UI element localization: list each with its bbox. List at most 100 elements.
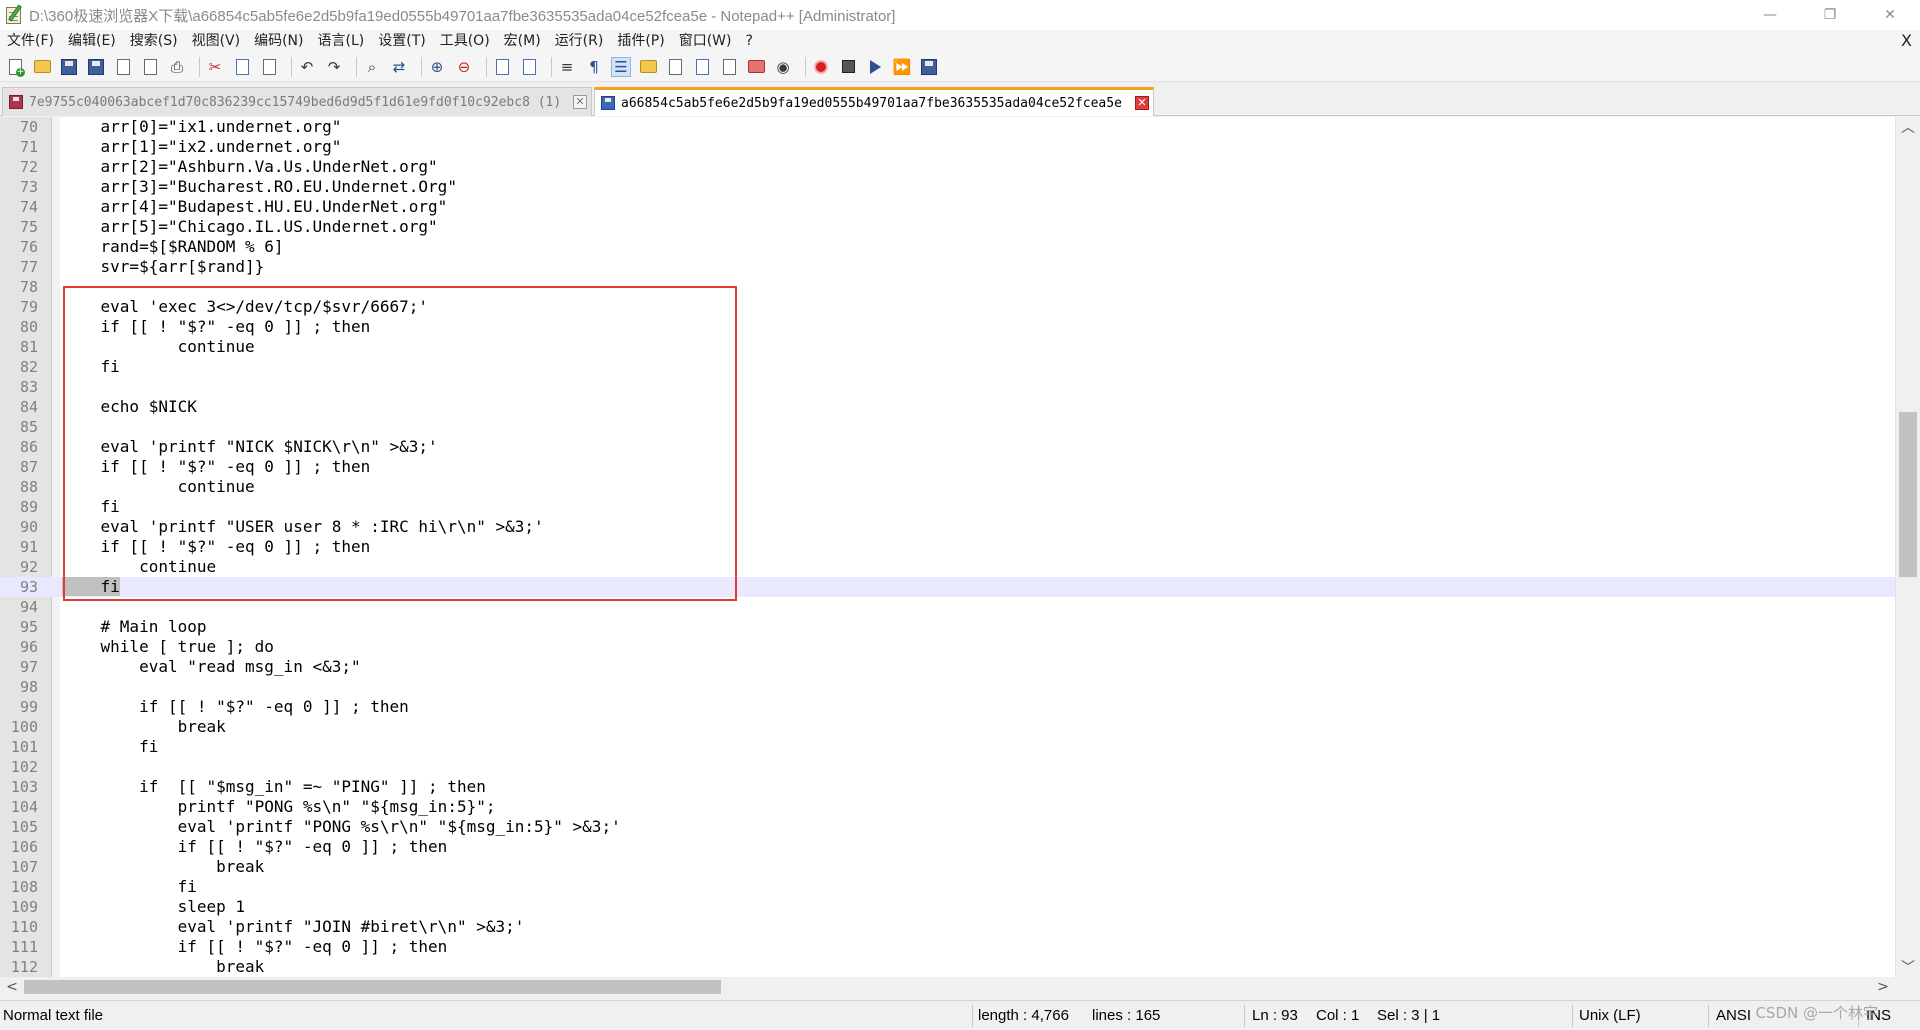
code-line[interactable]: 106 if [[ ! "$?" -eq 0 ]] ; then: [0, 837, 1895, 857]
sync-vertical-icon[interactable]: [492, 57, 512, 77]
code-line[interactable]: 98: [0, 677, 1895, 697]
close-icon[interactable]: [113, 57, 133, 77]
tab-close-icon[interactable]: ✕: [573, 95, 587, 109]
tab-document-1[interactable]: 7e9755c040063abcef1d70c836239cc15749bed6…: [2, 87, 592, 116]
doc-switcher-icon[interactable]: [746, 57, 766, 77]
indent-guide-icon[interactable]: ☰: [611, 56, 631, 77]
redo-icon[interactable]: ↷: [324, 57, 344, 77]
line-number: 108: [10, 878, 38, 896]
code-line[interactable]: 104 printf "PONG %s\n" "${msg_in:5}";: [0, 797, 1895, 817]
tab-close-icon[interactable]: ✕: [1135, 96, 1149, 110]
line-number: 101: [10, 738, 38, 756]
code-text: if [[ ! "$?" -eq 0 ]] ; then: [62, 837, 448, 856]
code-line[interactable]: 107 break: [0, 857, 1895, 877]
code-line[interactable]: 111 if [[ ! "$?" -eq 0 ]] ; then: [0, 937, 1895, 957]
code-line[interactable]: 72 arr[2]="Ashburn.Va.Us.UnderNet.org": [0, 157, 1895, 177]
code-line[interactable]: 97 eval "read msg_in <&3;": [0, 657, 1895, 677]
code-line[interactable]: 73 arr[3]="Bucharest.RO.EU.Undernet.Org": [0, 177, 1895, 197]
code-line[interactable]: 71 arr[1]="ix2.undernet.org": [0, 137, 1895, 157]
copy-icon[interactable]: [232, 57, 252, 77]
code-text: printf "PONG %s\n" "${msg_in:5}";: [62, 797, 496, 816]
code-line[interactable]: 105 eval 'printf "PONG %s\r\n" "${msg_in…: [0, 817, 1895, 837]
save-icon[interactable]: [59, 57, 79, 77]
code-line[interactable]: 70 arr[0]="ix1.undernet.org": [0, 117, 1895, 137]
code-line[interactable]: 103 if [[ "$msg_in" =~ "PING" ]] ; then: [0, 777, 1895, 797]
close-all-icon[interactable]: [140, 57, 160, 77]
undo-icon[interactable]: ↶: [297, 57, 317, 77]
print-icon[interactable]: ⎙: [167, 57, 187, 77]
code-line[interactable]: 77 svr=${arr[$rand]}: [0, 257, 1895, 277]
scroll-down-icon[interactable]: ﹀: [1896, 957, 1920, 977]
cut-icon[interactable]: ✂: [205, 57, 225, 77]
code-line[interactable]: 75 arr[5]="Chicago.IL.US.Undernet.org": [0, 217, 1895, 237]
tab-label: a66854c5ab5fe6e2d5b9fa19ed0555b49701aa7f…: [621, 95, 1122, 111]
menu-edit[interactable]: 编辑(E): [61, 30, 123, 52]
code-line[interactable]: 95 # Main loop: [0, 617, 1895, 637]
close-document-button[interactable]: X: [1901, 30, 1912, 52]
menu-run[interactable]: 运行(R): [548, 30, 611, 52]
vertical-scroll-thumb[interactable]: [1899, 412, 1917, 577]
line-number: 88: [19, 478, 38, 496]
save-all-icon[interactable]: [86, 57, 106, 77]
menu-settings[interactable]: 设置(T): [371, 30, 432, 52]
tab-document-2[interactable]: a66854c5ab5fe6e2d5b9fa19ed0555b49701aa7f…: [594, 87, 1154, 116]
code-line[interactable]: 100 break: [0, 717, 1895, 737]
monitoring-icon[interactable]: ◉: [773, 57, 793, 77]
code-line[interactable]: 96 while [ true ]; do: [0, 637, 1895, 657]
menu-help[interactable]: ?: [739, 30, 760, 52]
restore-button[interactable]: ❐: [1800, 0, 1860, 30]
language-icon[interactable]: [638, 57, 658, 77]
horizontal-scroll-thumb[interactable]: [24, 980, 721, 994]
code-line[interactable]: 99 if [[ ! "$?" -eq 0 ]] ; then: [0, 697, 1895, 717]
vertical-scrollbar[interactable]: ︿ ﹀: [1895, 117, 1920, 977]
status-encoding[interactable]: ANSI: [1716, 1001, 1751, 1030]
zoom-in-icon[interactable]: ⊕: [427, 57, 447, 77]
menu-macro[interactable]: 宏(M): [497, 30, 548, 52]
code-line[interactable]: 76 rand=$[$RANDOM % 6]: [0, 237, 1895, 257]
menu-tools[interactable]: 工具(O): [433, 30, 497, 52]
code-line[interactable]: 74 arr[4]="Budapest.HU.EU.UnderNet.org": [0, 197, 1895, 217]
run-macro-multiple-icon[interactable]: ⏩: [892, 57, 912, 77]
code-line[interactable]: 102: [0, 757, 1895, 777]
zoom-out-icon[interactable]: ⊖: [454, 57, 474, 77]
editor-area[interactable]: 70 arr[0]="ix1.undernet.org" 71 arr[1]="i…: [0, 117, 1920, 997]
code-line[interactable]: 112 break: [0, 957, 1895, 977]
function-list-icon[interactable]: [692, 57, 712, 77]
replace-icon[interactable]: ⇄: [389, 57, 409, 77]
doc-map-icon[interactable]: [665, 57, 685, 77]
scroll-up-icon[interactable]: ︿: [1896, 117, 1920, 137]
unsaved-file-icon: [9, 95, 23, 109]
show-all-chars-icon[interactable]: ¶: [584, 57, 604, 77]
folder-as-workspace-icon[interactable]: [719, 57, 739, 77]
playback-macro-icon[interactable]: [865, 57, 885, 77]
word-wrap-icon[interactable]: ≡: [557, 57, 577, 77]
code-line[interactable]: 108 fi: [0, 877, 1895, 897]
save-macro-icon[interactable]: [919, 57, 939, 77]
menu-language[interactable]: 语言(L): [311, 30, 372, 52]
horizontal-scrollbar[interactable]: < >: [0, 977, 1895, 997]
stop-recording-icon[interactable]: [838, 57, 858, 77]
menu-encoding[interactable]: 编码(N): [247, 30, 310, 52]
menu-search[interactable]: 搜索(S): [123, 30, 185, 52]
scroll-right-icon[interactable]: >: [1873, 977, 1893, 997]
open-file-icon[interactable]: [32, 57, 52, 77]
menu-file[interactable]: 文件(F): [0, 30, 61, 52]
code-text: if [[ "$msg_in" =~ "PING" ]] ; then: [62, 777, 486, 796]
menu-window[interactable]: 窗口(W): [672, 30, 739, 52]
close-window-button[interactable]: ✕: [1860, 0, 1920, 30]
find-icon[interactable]: ⌕: [362, 57, 382, 77]
paste-icon[interactable]: [259, 57, 279, 77]
new-file-icon[interactable]: +: [5, 57, 25, 77]
record-macro-icon[interactable]: [811, 57, 831, 77]
minimize-button[interactable]: —: [1740, 0, 1800, 30]
sync-horizontal-icon[interactable]: [519, 57, 539, 77]
code-line[interactable]: 101 fi: [0, 737, 1895, 757]
code-line[interactable]: 109 sleep 1: [0, 897, 1895, 917]
status-eol[interactable]: Unix (LF): [1579, 1001, 1641, 1030]
menu-plugins[interactable]: 插件(P): [610, 30, 671, 52]
scroll-left-icon[interactable]: <: [2, 977, 22, 997]
line-number: 105: [10, 818, 38, 836]
code-line[interactable]: 110 eval 'printf "JOIN #biret\r\n" >&3;': [0, 917, 1895, 937]
menu-view[interactable]: 视图(V): [185, 30, 248, 52]
line-number: 94: [19, 598, 38, 616]
